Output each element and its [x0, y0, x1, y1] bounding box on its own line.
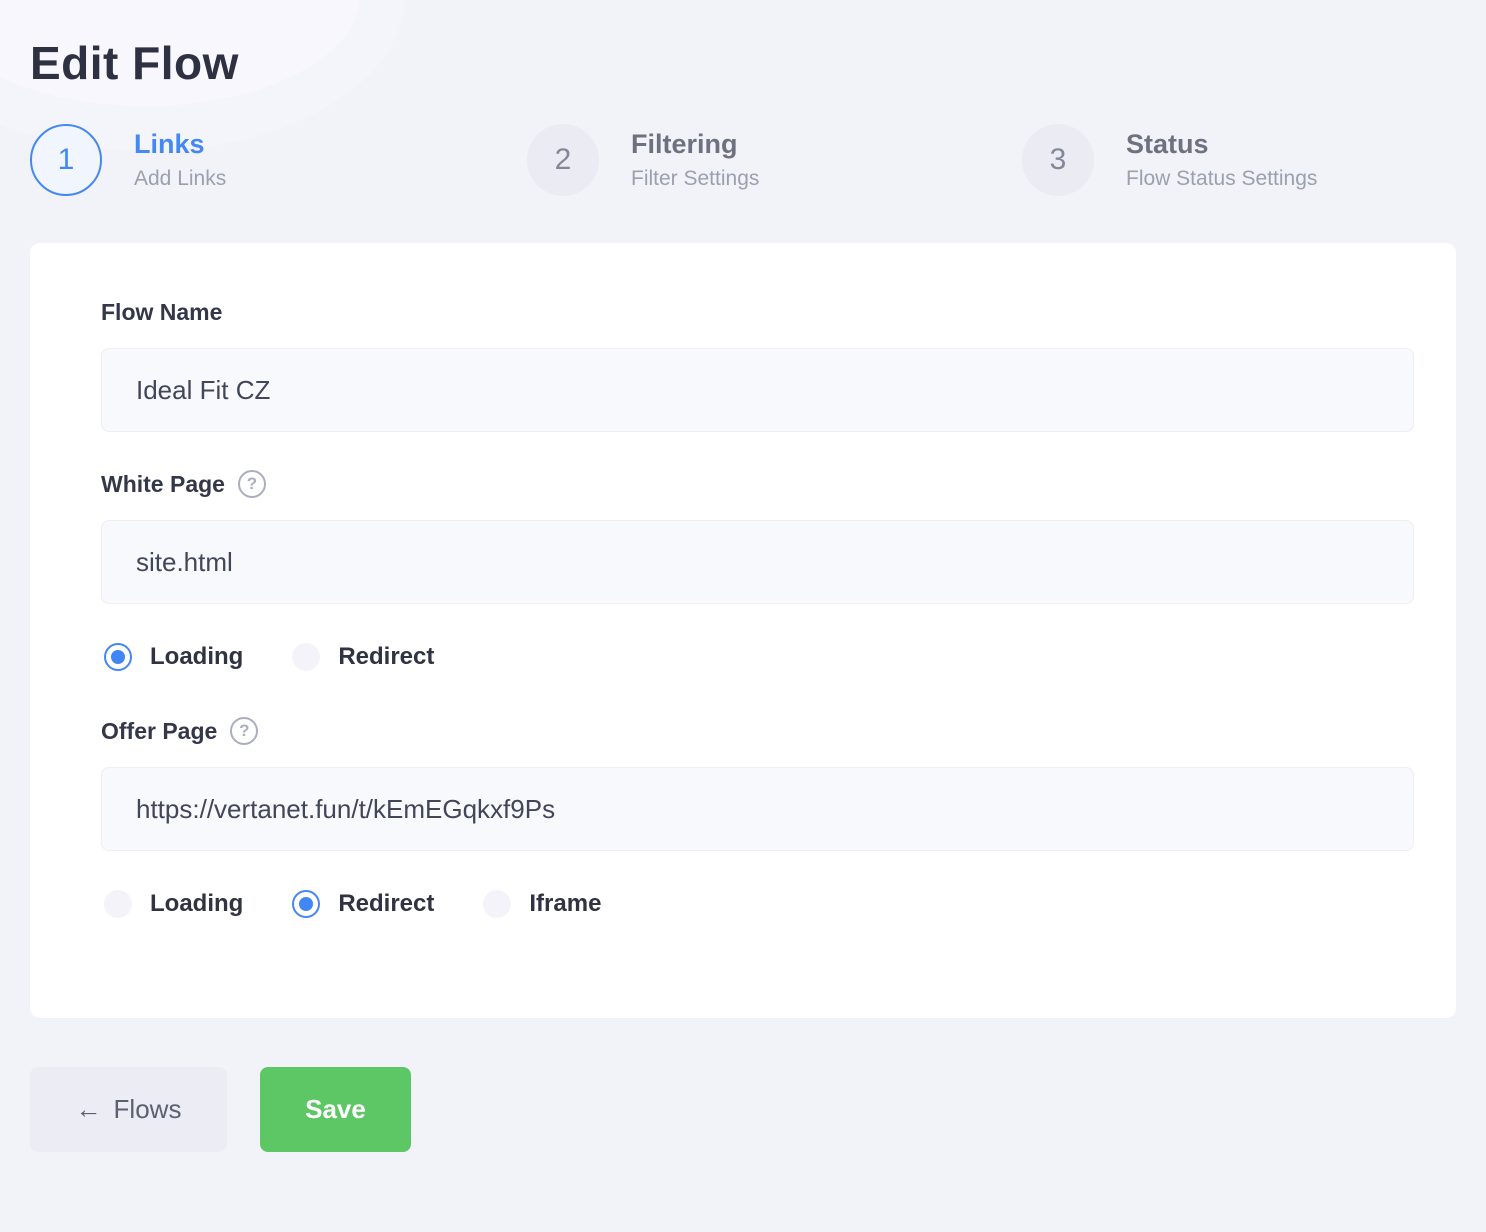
white-page-label: White Page ? — [101, 470, 1414, 498]
step-text: Filtering Filter Settings — [631, 129, 759, 191]
flow-name-label: Flow Name — [101, 299, 1414, 326]
step-text: Links Add Links — [134, 129, 226, 191]
save-button[interactable]: Save — [260, 1067, 411, 1152]
offer-page-redirect-option[interactable]: Redirect — [292, 890, 434, 918]
stepper-step-links[interactable]: 1 Links Add Links — [30, 124, 527, 196]
radio-label: Redirect — [338, 643, 434, 671]
offer-page-iframe-option[interactable]: Iframe — [483, 890, 601, 918]
offer-page-mode-radio-group: Loading Redirect Iframe — [104, 890, 1414, 918]
white-page-redirect-option[interactable]: Redirect — [292, 643, 434, 671]
radio-label: Loading — [150, 643, 243, 671]
white-page-mode-radio-group: Loading Redirect — [104, 643, 1414, 671]
stepper: 1 Links Add Links 2 Filtering Filter Set… — [30, 124, 1456, 196]
arrow-left-icon: ← — [76, 1094, 102, 1125]
step-number-badge: 1 — [30, 124, 102, 196]
step-label: Links — [134, 129, 226, 160]
radio-unselected-icon[interactable] — [483, 890, 511, 918]
question-mark-icon[interactable]: ? — [230, 717, 258, 745]
step-sublabel: Filter Settings — [631, 167, 759, 191]
step-sublabel: Flow Status Settings — [1126, 167, 1317, 191]
stepper-step-filtering[interactable]: 2 Filtering Filter Settings — [527, 124, 1022, 196]
edit-flow-page: Edit Flow 1 Links Add Links 2 Filtering … — [0, 36, 1486, 1152]
radio-label: Redirect — [338, 890, 434, 918]
white-page-label-text: White Page — [101, 471, 225, 498]
offer-page-label-text: Offer Page — [101, 718, 217, 745]
stepper-step-status[interactable]: 3 Status Flow Status Settings — [1022, 124, 1317, 196]
radio-selected-icon[interactable] — [104, 643, 132, 671]
offer-page-input[interactable] — [101, 767, 1414, 851]
back-to-flows-button[interactable]: ← Flows — [30, 1067, 227, 1152]
step-text: Status Flow Status Settings — [1126, 129, 1317, 191]
flow-name-label-text: Flow Name — [101, 299, 222, 326]
question-mark-icon[interactable]: ? — [238, 470, 266, 498]
flow-form-card: Flow Name White Page ? Loading Redirect … — [30, 243, 1456, 1018]
back-to-flows-label: Flows — [114, 1094, 182, 1125]
white-page-input[interactable] — [101, 520, 1414, 604]
footer-actions: ← Flows Save — [30, 1067, 1456, 1152]
radio-unselected-icon[interactable] — [292, 643, 320, 671]
step-label: Status — [1126, 129, 1317, 160]
page-title: Edit Flow — [30, 36, 1456, 90]
step-number-badge: 2 — [527, 124, 599, 196]
flow-name-input[interactable] — [101, 348, 1414, 432]
offer-page-loading-option[interactable]: Loading — [104, 890, 243, 918]
step-label: Filtering — [631, 129, 759, 160]
radio-label: Loading — [150, 890, 243, 918]
white-page-loading-option[interactable]: Loading — [104, 643, 243, 671]
offer-page-label: Offer Page ? — [101, 717, 1414, 745]
radio-unselected-icon[interactable] — [104, 890, 132, 918]
step-sublabel: Add Links — [134, 167, 226, 191]
radio-label: Iframe — [529, 890, 601, 918]
step-number-badge: 3 — [1022, 124, 1094, 196]
radio-selected-icon[interactable] — [292, 890, 320, 918]
